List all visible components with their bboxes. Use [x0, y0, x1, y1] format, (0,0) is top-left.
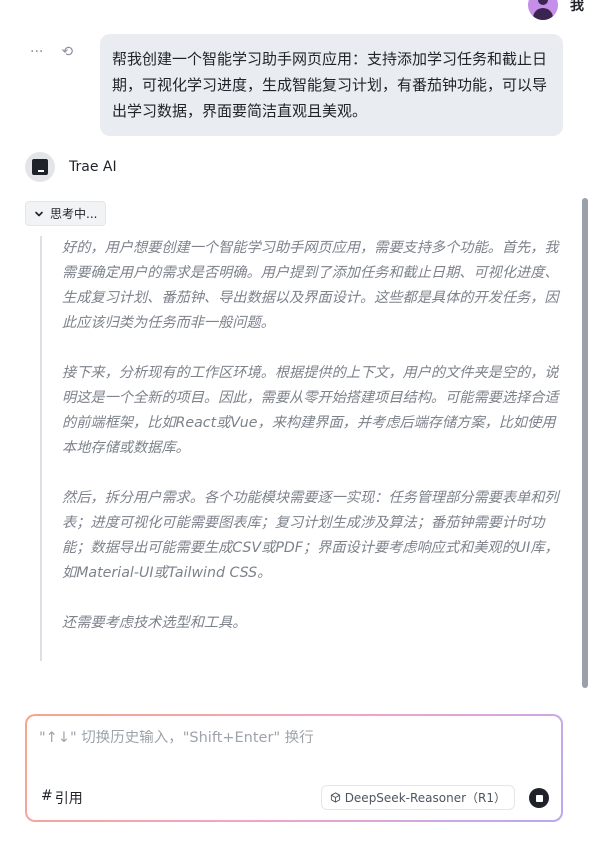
- thinking-label: 思考中...: [50, 207, 98, 221]
- thought-block: 好的，用户想要创建一个智能学习助手网页应用，需要支持多个功能。首先，我需要确定用…: [40, 236, 564, 661]
- assistant-name: Trae AI: [69, 159, 117, 175]
- chevron-down-icon: [35, 211, 43, 216]
- thought-paragraph: 然后，拆分用户需求。各个功能模块需要逐一实现：任务管理部分需要表单和列表；进度可…: [62, 490, 559, 581]
- ellipsis-icon[interactable]: ···: [30, 42, 43, 62]
- cube-icon: [330, 792, 340, 803]
- model-label: DeepSeek-Reasoner（R1）: [344, 791, 506, 805]
- composer-inner: # 引用 DeepSeek-Reasoner（R1）: [27, 716, 561, 820]
- retry-icon[interactable]: ⟲: [61, 42, 73, 62]
- hash-icon: #: [41, 788, 53, 804]
- model-selector[interactable]: DeepSeek-Reasoner（R1）: [320, 785, 515, 810]
- scrollbar-thumb[interactable]: [582, 198, 588, 688]
- cite-button[interactable]: # 引用: [41, 788, 83, 808]
- message-actions: ··· ⟲: [30, 42, 73, 62]
- user-name: 我: [570, 0, 584, 14]
- user-avatar: [528, 0, 558, 20]
- assistant-header: Trae AI: [25, 152, 117, 182]
- assistant-avatar: [25, 152, 55, 182]
- thought-paragraph: 好的，用户想要创建一个智能学习助手网页应用，需要支持多个功能。首先，我需要确定用…: [62, 240, 559, 331]
- composer: # 引用 DeepSeek-Reasoner（R1）: [25, 714, 563, 822]
- thought-paragraph: 还需要考虑技术选型和工具。: [62, 615, 247, 631]
- user-header: 我: [528, 0, 584, 20]
- thought-paragraph: 接下来，分析现有的工作区环境。根据提供的上下文，用户的文件夹是空的，说明这是一个…: [62, 365, 559, 456]
- cite-label: 引用: [54, 791, 83, 807]
- chat-input[interactable]: [39, 730, 539, 746]
- user-message-bubble: 帮我创建一个智能学习助手网页应用：支持添加学习任务和截止日期，可视化学习进度，生…: [100, 34, 563, 136]
- stop-icon[interactable]: [529, 788, 549, 808]
- thinking-toggle[interactable]: 思考中...: [25, 201, 107, 226]
